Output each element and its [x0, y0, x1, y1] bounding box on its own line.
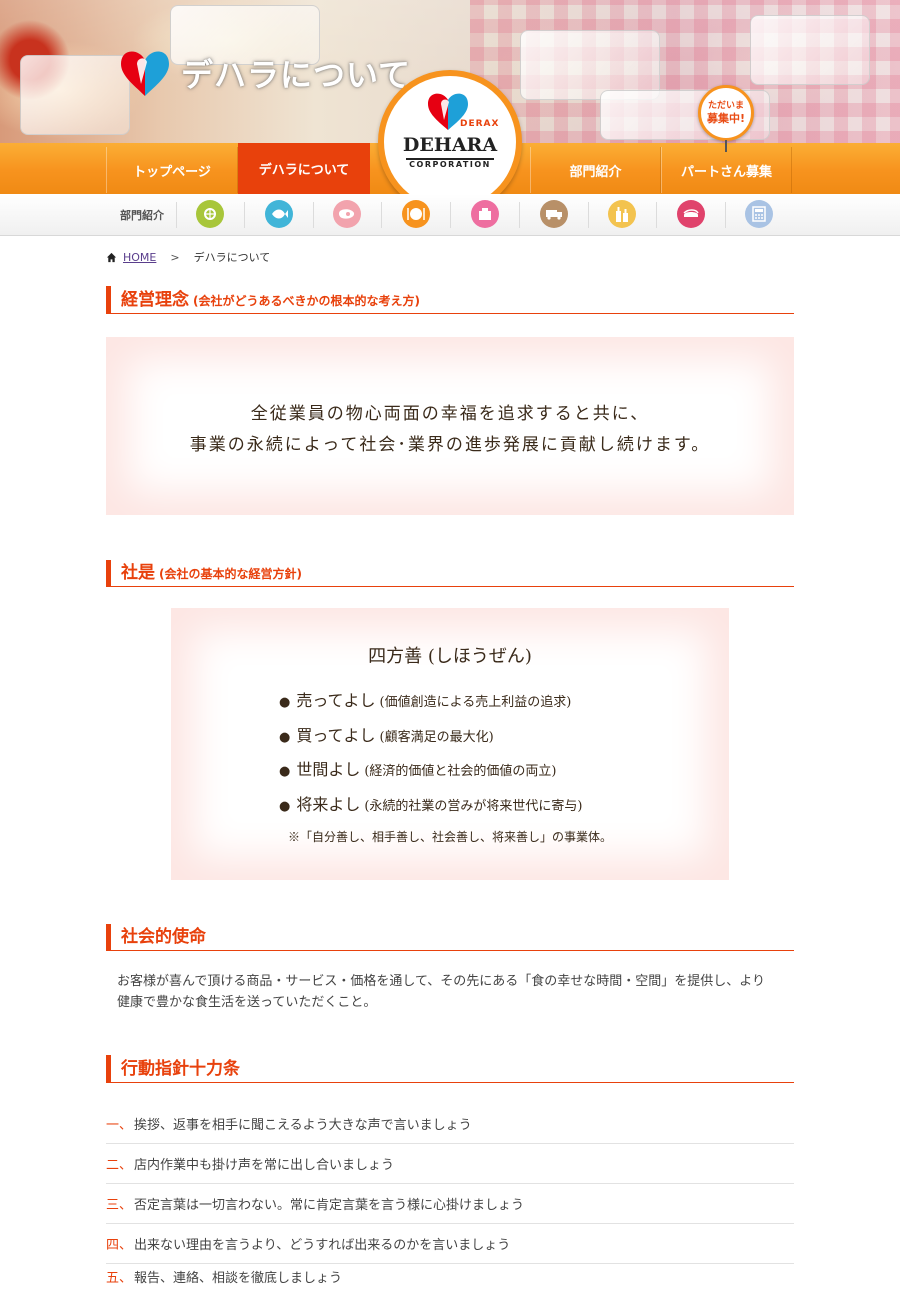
creed-box: 四方善 (しほうぜん) ● 売ってよし (価値創造による売上利益の追求) ● 買ってよ…	[171, 608, 729, 880]
creed-item-detail: (価値創造による売上利益の追求)	[379, 695, 572, 710]
philosophy-line-2: 事業の永続によって社会･業界の進歩発展に貢献し続けます。	[189, 435, 711, 455]
creed-box-title: 四方善 (しほうぜん)	[368, 646, 532, 667]
home-icon	[106, 252, 117, 262]
creed-item: ● 買ってよし (顧客満足の最大化)	[279, 722, 494, 746]
creed-item-detail: (顧客満足の最大化)	[379, 730, 494, 745]
calculator-icon[interactable]	[745, 200, 773, 228]
divider	[450, 202, 451, 228]
creed-item: ● 将来よし (永続的社業の営みが将来世代に寄与)	[279, 791, 583, 815]
divider	[588, 202, 589, 228]
divider	[244, 202, 245, 228]
divider	[176, 202, 177, 228]
philosophy-line-1: 全従業員の物心両面の幸福を追求すると共に、	[250, 404, 650, 424]
list-item: 四、 出来ない理由を言うより、どうすれば出来るのかを言いましょう	[106, 1224, 794, 1264]
sushi-icon[interactable]	[677, 200, 705, 228]
hero-food-pack	[20, 55, 130, 135]
creed-item-detail: (経済的価値と社会的価値の両立)	[364, 764, 557, 779]
section-subtitle: (会社がどうあるべきかの根本的な考え方)	[193, 294, 420, 308]
creed-item: ● 売ってよし (価値創造による売上利益の追求)	[279, 687, 571, 711]
department-bar: 部門紹介	[0, 194, 900, 236]
breadcrumb-home-link[interactable]: HOME	[123, 251, 156, 264]
delivery-icon[interactable]	[540, 200, 568, 228]
divider	[381, 202, 382, 228]
divider	[656, 202, 657, 228]
bottles-icon[interactable]	[608, 200, 636, 228]
section-title: 行動指針十力条	[121, 1059, 240, 1078]
badge-line2: 募集中!	[706, 112, 746, 125]
breadcrumb: HOME > デハラについて	[106, 249, 270, 265]
section-heading-creed: 社是 (会社の基本的な経営方針)	[106, 560, 794, 587]
mission-text: お客様が喜んで頂ける商品・サービス・価格を通して、その先にある「食の幸せな時間・…	[117, 974, 766, 1010]
deli-icon[interactable]	[402, 200, 430, 228]
creed-item: ● 世間よし (経済的価値と社会的価値の両立)	[279, 756, 557, 780]
divider	[519, 202, 520, 228]
nav-item-departments[interactable]: 部門紹介	[530, 147, 661, 193]
daily-goods-icon[interactable]	[471, 200, 499, 228]
rule-text: 報告、連絡、相談を徹底しましょう	[134, 1271, 343, 1286]
list-item: 二、 店内作業中も掛け声を常に出し合いましょう	[106, 1144, 794, 1184]
nav-item-about[interactable]: デハラについて	[238, 143, 370, 194]
department-bar-label: 部門紹介	[120, 209, 164, 222]
company-logo[interactable]: DERAX DEHARA CORPORATION	[378, 70, 522, 214]
rule-number: 二、	[106, 1158, 133, 1173]
logo-corporation-text: CORPORATION	[406, 158, 494, 169]
section-title: 経営理念	[121, 290, 189, 309]
section-subtitle: (会社の基本的な経営方針)	[159, 567, 302, 581]
produce-icon[interactable]	[196, 200, 224, 228]
philosophy-box: 全従業員の物心両面の幸福を追求すると共に、 事業の永続によって社会･業界の進歩発…	[106, 337, 794, 515]
creed-item-main: 売ってよし	[296, 691, 376, 710]
list-item: 三、 否定言葉は一切言わない。常に肯定言葉を言う様に心掛けましょう	[106, 1184, 794, 1224]
creed-item-main: 買ってよし	[296, 726, 376, 745]
heart-logo-icon	[121, 51, 169, 96]
section-title: 社是	[121, 563, 155, 582]
divider	[313, 202, 314, 228]
hero-food-pack	[750, 15, 870, 85]
fish-icon[interactable]	[265, 200, 293, 228]
nav-item-part-time-recruit[interactable]: パートさん募集	[661, 147, 792, 193]
hero-title: デハラについて	[115, 44, 411, 102]
hero-title-text: デハラについて	[181, 57, 412, 93]
rule-number: 四、	[106, 1238, 133, 1253]
nav-item-top-page[interactable]: トップページ	[106, 147, 238, 193]
divider	[725, 202, 726, 228]
section-heading-mission: 社会的使命	[106, 924, 794, 951]
meat-icon[interactable]	[333, 200, 361, 228]
list-item: 一、 挨拶、返事を相手に聞こえるよう大きな声で言いましょう	[106, 1104, 794, 1144]
badge-line1: ただいま	[707, 101, 744, 111]
rule-number: 一、	[106, 1118, 133, 1133]
logo-derax-text: DERAX	[460, 119, 500, 129]
creed-item-detail: (永続的社業の営みが将来世代に寄与)	[364, 799, 583, 814]
creed-item-main: 将来よし	[296, 795, 361, 814]
logo-dehara-text: DEHARA	[402, 134, 498, 156]
creed-note: ※「自分善し、相手善し、社会善し、将来善し」の事業体。	[287, 830, 612, 844]
rule-text: 否定言葉は一切言わない。常に肯定言葉を言う様に心掛けましょう	[134, 1198, 525, 1213]
rule-number: 五、	[106, 1271, 133, 1286]
rule-text: 出来ない理由を言うより、どうすれば出来るのかを言いましょう	[134, 1238, 511, 1253]
rule-text: 店内作業中も掛け声を常に出し合いましょう	[134, 1158, 395, 1173]
badge-pin	[725, 140, 727, 152]
creed-item-main: 世間よし	[296, 760, 361, 779]
rule-text: 挨拶、返事を相手に聞こえるよう大きな声で言いましょう	[134, 1118, 472, 1133]
recruiting-badge[interactable]: ただいま 募集中!	[698, 85, 754, 141]
breadcrumb-current: デハラについて	[193, 251, 271, 264]
section-title: 社会的使命	[121, 927, 206, 946]
section-heading-philosophy: 経営理念 (会社がどうあるべきかの根本的な考え方)	[106, 286, 794, 314]
list-item: 五、 報告、連絡、相談を徹底しましょう	[106, 1264, 794, 1289]
section-heading-rules: 行動指針十力条	[106, 1055, 794, 1083]
rule-number: 三、	[106, 1198, 133, 1213]
breadcrumb-separator: >	[170, 250, 180, 264]
